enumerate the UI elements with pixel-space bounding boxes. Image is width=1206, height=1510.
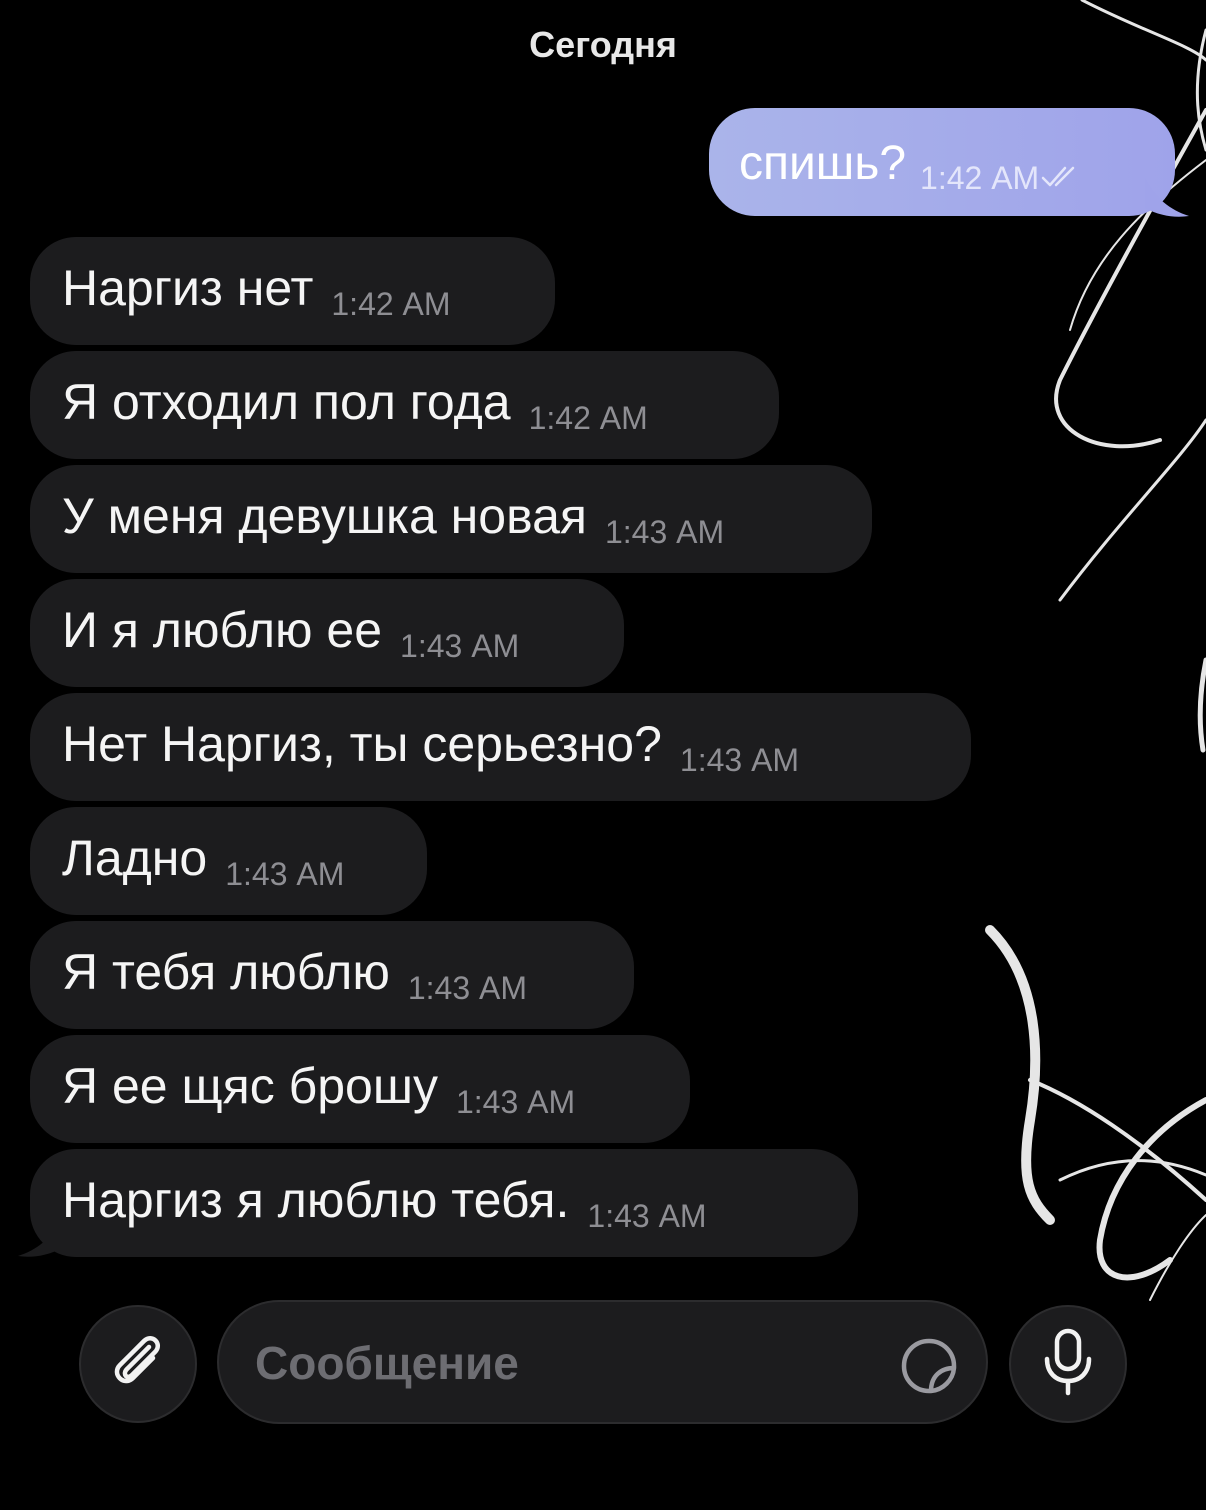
message-text: Наргиз я люблю тебя. — [62, 1172, 570, 1228]
message-time: 1:43 AM — [407, 970, 528, 1006]
message-time: 1:42 AM — [528, 400, 648, 436]
incoming-message-bubble[interactable]: Ладно 1:43 AM — [30, 807, 427, 915]
message-time: 1:43 AM — [225, 856, 345, 892]
message-time: 1:42 AM — [331, 286, 451, 322]
message-text: Нет Наргиз, ты серьезно? — [62, 716, 662, 772]
message-time: 1:43 AM — [604, 514, 725, 550]
message-text: И я люблю ее — [62, 602, 383, 658]
date-header: Сегодня — [529, 24, 677, 65]
sticker-icon[interactable] — [901, 1338, 957, 1399]
message-time: 1:43 AM — [587, 1198, 707, 1234]
incoming-message-bubble[interactable]: Я ее щяс брошу 1:43 AM — [30, 1035, 690, 1143]
message-text: Ладно — [62, 830, 208, 886]
incoming-message-bubble[interactable]: Наргиз я люблю тебя. 1:43 AM — [30, 1149, 858, 1257]
message-text: Наргиз нет — [62, 260, 314, 316]
message-text: Я отходил пол года — [62, 374, 511, 430]
message-time: 1:43 AM — [455, 1084, 576, 1120]
voice-message-button[interactable] — [1009, 1305, 1127, 1423]
message-time: 1:43 AM — [679, 742, 800, 778]
bubble-tail — [18, 1218, 62, 1257]
incoming-message-bubble[interactable]: Наргиз нет 1:42 AM — [30, 237, 555, 345]
incoming-message-bubble[interactable]: Нет Наргиз, ты серьезно? 1:43 AM — [30, 693, 971, 801]
message-time: 1:43 AM — [400, 628, 520, 664]
incoming-message-bubble[interactable]: Я тебя люблю 1:43 AM — [30, 921, 634, 1029]
bubble-tail — [1145, 178, 1189, 217]
message-placeholder: Сообщение — [255, 1337, 519, 1389]
message-text: Я ее щяс брошу — [62, 1058, 438, 1114]
incoming-message-bubble[interactable]: И я люблю ее 1:43 AM — [30, 579, 624, 687]
message-text: спишь? — [739, 137, 907, 190]
paperclip-icon — [105, 1329, 171, 1400]
double-check-icon — [1041, 165, 1079, 194]
message-text: Я тебя люблю — [62, 944, 390, 1000]
message-time: 1:42 AM — [920, 160, 1040, 196]
message-input[interactable]: Сообщение — [217, 1300, 988, 1424]
message-text: У меня девушка новая — [62, 488, 587, 544]
attach-button[interactable] — [79, 1305, 197, 1423]
incoming-message-bubble[interactable]: У меня девушка новая 1:43 AM — [30, 465, 872, 573]
chat-screen: Сегодня спишь? 1:42 AM Наргиз нет 1:42 AM … — [0, 0, 1206, 1510]
outgoing-message-bubble[interactable]: спишь? 1:42 AM — [709, 108, 1175, 216]
microphone-icon — [1038, 1327, 1098, 1402]
incoming-message-bubble[interactable]: Я отходил пол года 1:42 AM — [30, 351, 779, 459]
